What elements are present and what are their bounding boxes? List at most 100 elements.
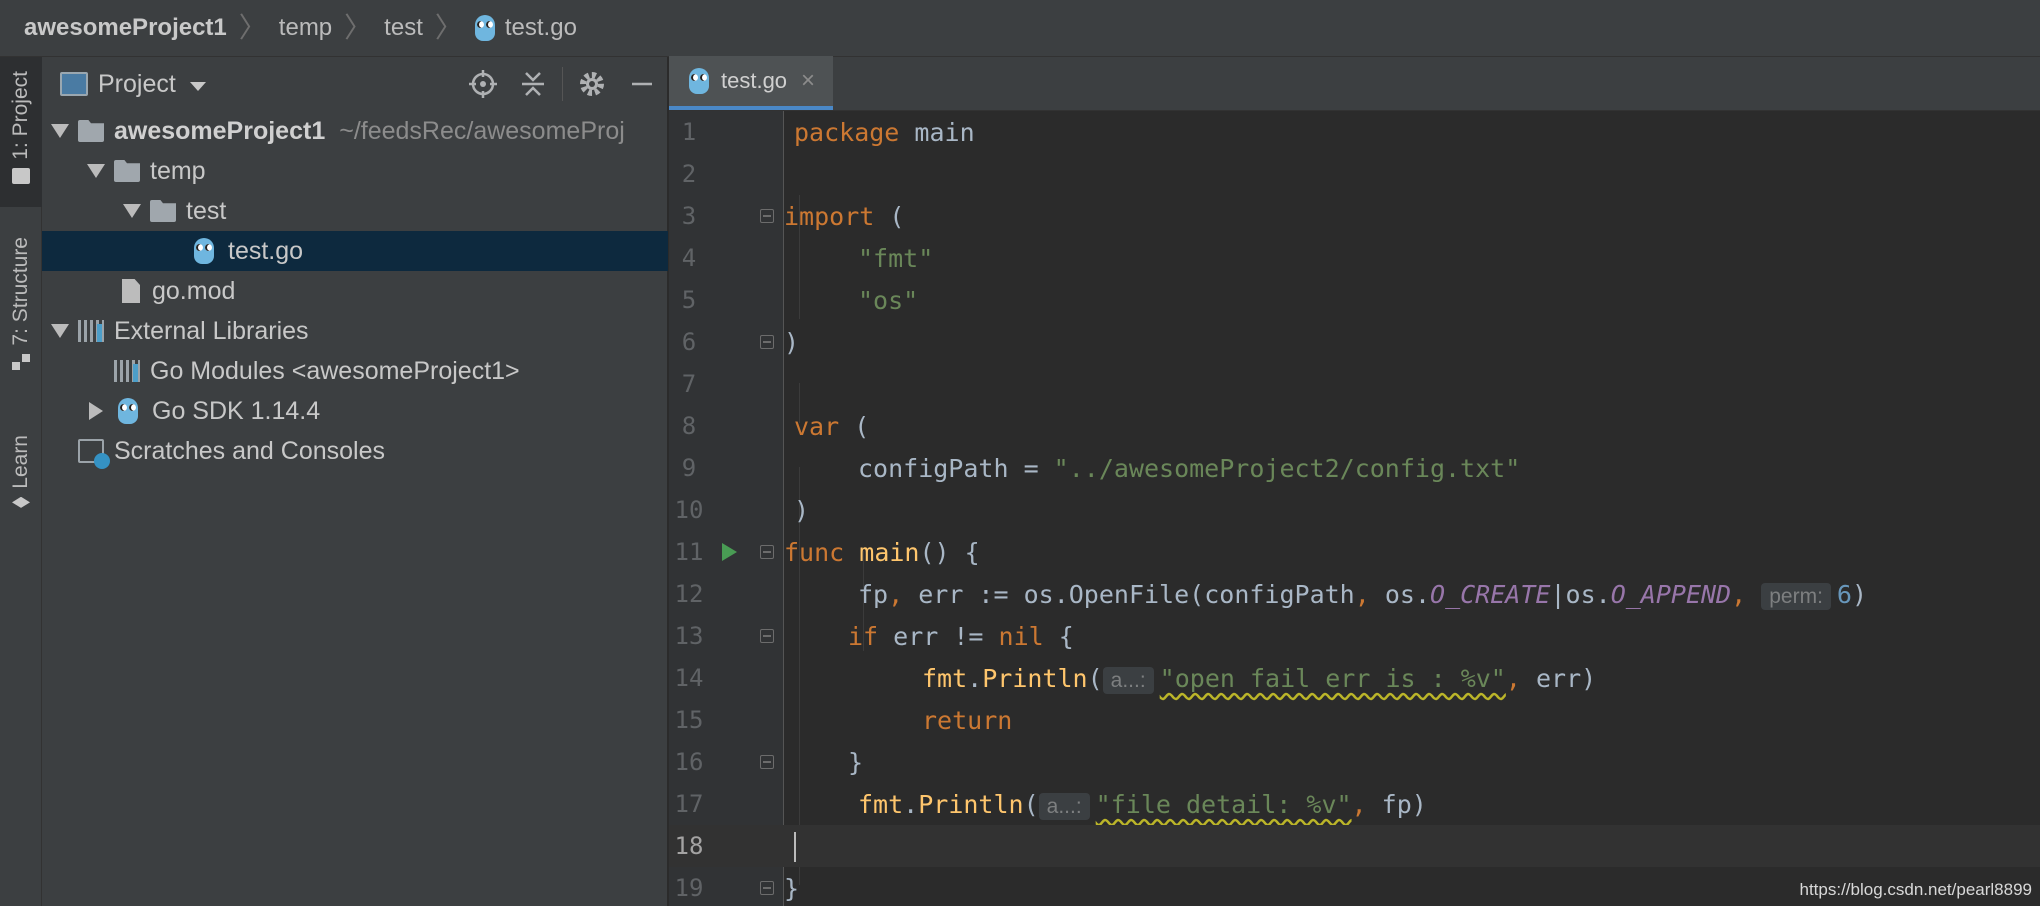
code-line-7: 7 [669,363,2040,405]
tab-structure-tool[interactable]: 7: Structure [0,237,42,377]
tree-item-root[interactable]: awesomeProject1 ~/feedsRec/awesomeProj [42,111,668,151]
code-line-16: 16 } [669,741,2040,783]
fold-icon[interactable] [759,209,774,223]
expand-arrow-icon[interactable] [51,324,69,338]
tree-item-label: Go Modules <awesomeProject1> [150,356,520,385]
chevron-right-icon: 〉 [344,12,373,43]
line-number: 3 [681,202,697,230]
line-number: 19 [674,874,704,902]
line-number: 4 [681,244,697,272]
scratches-icon [78,439,110,469]
tree-item-scratches[interactable]: Scratches and Consoles [42,431,668,471]
fold-icon[interactable] [759,755,774,769]
code-line-1: 1 package main [669,111,2040,153]
tree-item-label: Scratches and Consoles [114,436,385,465]
go-file-icon [194,238,214,264]
project-panel-header: Project [42,57,667,111]
locate-icon[interactable] [458,64,508,104]
tree-item-label: External Libraries [114,316,309,345]
project-view-selector[interactable]: Project [98,70,176,99]
line-number: 16 [674,748,704,776]
line-number: 10 [674,496,704,524]
tab-learn-tool[interactable]: Learn [0,435,42,535]
fold-icon[interactable] [759,629,774,643]
file-icon [122,279,140,303]
chevron-right-icon: 〉 [434,12,463,43]
code-line-4: 4 "fmt" [669,237,2040,279]
expand-arrow-icon[interactable] [87,164,105,178]
code-editor[interactable]: 1 package main 2 3 import ( 4 "fmt" 5 "o… [669,111,2040,906]
project-view-icon [60,72,88,96]
breadcrumb-project[interactable]: awesomeProject1 [24,14,227,42]
tab-learn-tool-label: Learn [9,435,32,489]
run-icon[interactable] [721,543,737,561]
watermark: https://blog.csdn.net/pearl8899 [1799,880,2033,899]
navigation-bar: awesomeProject1 〉 temp 〉 test 〉 test.go [0,0,2040,57]
code-line-18[interactable]: 18 [669,825,2040,867]
fold-icon[interactable] [759,881,774,895]
breadcrumb-file[interactable]: test.go [474,14,577,42]
project-panel-toolbar [458,57,667,111]
code-line-3: 3 import ( [669,195,2040,237]
go-file-icon [689,68,709,94]
module-folder-icon [78,120,104,142]
chevron-down-icon[interactable] [189,81,206,91]
breadcrumb-temp[interactable]: temp [279,14,332,42]
code-line-8: 8 var ( [669,405,2040,447]
library-icon [114,360,140,382]
line-number: 13 [674,622,704,650]
folder-icon [114,160,140,182]
fold-icon[interactable] [759,545,774,559]
tree-item-test-go[interactable]: test.go [42,231,668,271]
folder-icon [12,167,30,184]
tree-item-test[interactable]: test [42,191,668,231]
expand-arrow-icon[interactable] [123,204,141,218]
tree-item-temp[interactable]: temp [42,151,668,191]
editor-tab-bar: test.go × [669,56,2040,111]
line-number: 7 [681,370,697,398]
minimize-icon[interactable] [617,64,667,104]
expand-arrow-icon[interactable] [51,124,69,138]
tab-label: test.go [721,68,788,93]
line-number: 6 [681,328,697,356]
line-number: 8 [681,412,697,440]
tree-item-go-mod[interactable]: go.mod [42,271,668,311]
parameter-hint: a...: [1102,666,1154,694]
breadcrumb-file-label: test.go [504,14,577,41]
code-line-5: 5 "os" [669,279,2040,321]
close-icon[interactable]: × [801,67,815,95]
go-file-icon [474,15,495,41]
code-line-9: 9 configPath = "../awesomeProject2/confi… [669,447,2040,489]
parameter-hint: perm: [1761,582,1831,610]
text-caret [794,831,796,862]
tab-project-tool[interactable]: 1: Project [0,57,42,207]
go-sdk-icon [118,398,138,424]
breadcrumb-test[interactable]: test [384,14,423,42]
tab-test-go[interactable]: test.go × [669,56,834,110]
collapse-all-icon[interactable] [508,64,558,104]
project-panel: Project awesomeProject1 ~/feedsRec/aweso… [42,57,668,906]
code-line-12: 12 fp, err := os.OpenFile(configPath, os… [669,573,2040,615]
tree-item-go-sdk[interactable]: Go SDK 1.14.4 [42,391,668,431]
code-line-11: 11 func main() { [669,531,2040,573]
fold-icon[interactable] [759,335,774,349]
tree-item-label: go.mod [152,276,236,305]
tree-item-external-libraries[interactable]: External Libraries [42,311,668,351]
toolbar-divider [562,67,563,101]
editor-pane: test.go × 1 package main 2 3 import ( 4 … [669,56,2040,906]
tree-item-go-modules[interactable]: Go Modules <awesomeProject1> [42,351,668,391]
line-number: 14 [674,664,704,692]
code-line-17: 17 fmt.Println(a...: "file detail: %v", f… [669,783,2040,825]
structure-icon [12,353,30,370]
root-name: awesomeProject1 [114,116,326,145]
line-number: 11 [674,538,704,566]
collapse-arrow-icon[interactable] [89,402,103,420]
line-number: 12 [674,580,704,608]
gear-icon[interactable] [567,64,617,104]
tool-window-strip: 1: Project 7: Structure Learn [0,57,42,906]
code-line-14: 14 fmt.Println(a...: "open fail err is : … [669,657,2040,699]
library-icon [78,320,104,342]
tab-project-tool-label: 1: Project [9,71,32,160]
line-number: 17 [674,790,704,818]
tree-item-label: test.go [228,236,304,265]
